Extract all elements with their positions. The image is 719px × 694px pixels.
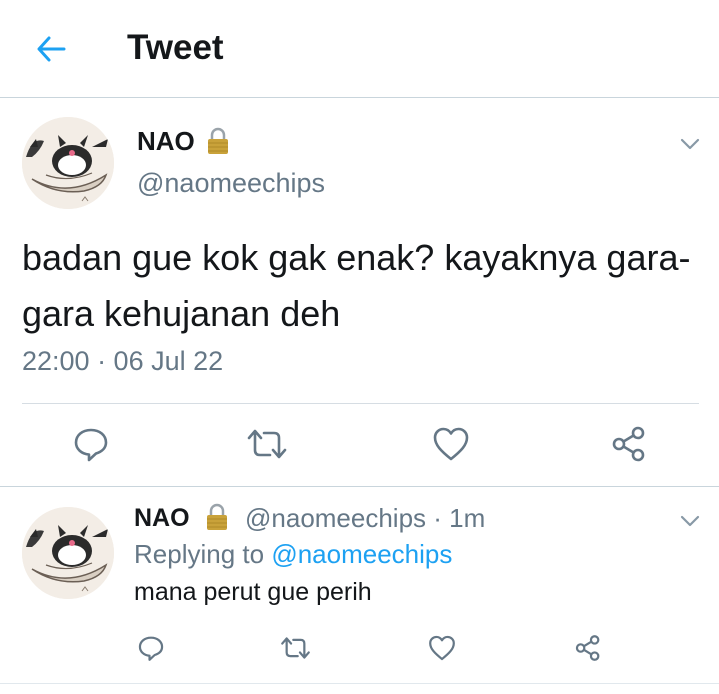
reply-handle-and-time: @naomeechips · 1m [245,503,486,533]
replying-to-label: Replying to [134,539,272,569]
tweet-text: mana perut gue perih [134,578,372,606]
chevron-down-icon[interactable] [679,137,701,151]
user-handle[interactable]: @naomeechips [137,168,325,199]
tweet-timestamp: 22:00 · 06 Jul 22 [22,346,224,376]
like-icon[interactable] [431,425,471,463]
share-icon[interactable] [574,634,602,662]
divider [0,683,719,684]
avatar[interactable] [22,117,114,209]
divider [0,486,719,487]
avatar[interactable] [22,507,114,599]
page-title: Tweet [127,28,224,67]
replying-to: Replying to @naomeechips [134,539,452,570]
share-icon[interactable] [610,425,648,463]
back-arrow-icon[interactable] [34,32,68,66]
chevron-down-icon[interactable] [679,514,701,528]
reply-icon[interactable] [72,425,110,463]
top-bar: Tweet [0,0,719,98]
avatar-illustration [22,117,114,209]
retweet-icon[interactable] [279,634,312,662]
display-name[interactable]: NAO [134,504,190,533]
reply-icon[interactable] [137,634,165,662]
tweet-text: badan gue kok gak enak? kayaknya gara-ga… [22,237,691,334]
like-icon[interactable] [427,634,457,662]
mention-link[interactable]: @naomeechips [271,539,452,569]
retweet-icon[interactable] [245,425,289,463]
avatar-illustration [22,507,114,599]
display-name[interactable]: NAO [137,126,195,157]
lock-icon [208,127,228,154]
divider [22,403,699,404]
lock-icon [207,503,227,530]
